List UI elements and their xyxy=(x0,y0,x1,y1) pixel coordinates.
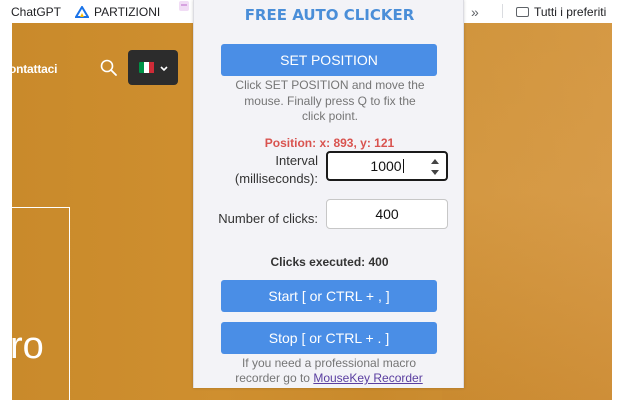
partizioni-logo-icon xyxy=(75,5,89,18)
stop-button[interactable]: Stop [ or CTRL + . ] xyxy=(221,322,437,354)
interval-label: Interval (milliseconds): xyxy=(234,153,318,186)
bookmark-chatgpt-label: ChatGPT xyxy=(11,4,62,19)
bookmarks-divider xyxy=(502,4,503,18)
footer-note: If you need a professional macro recorde… xyxy=(222,356,436,386)
bookmark-partizioni[interactable]: PARTIZIONI xyxy=(75,0,160,23)
language-selector-button[interactable] xyxy=(128,50,178,85)
set-position-button[interactable]: SET POSITION xyxy=(221,44,437,76)
interval-spinner[interactable] xyxy=(430,159,440,175)
interval-value: 1000 xyxy=(370,158,402,174)
mousekey-recorder-link[interactable]: MouseKey Recorder xyxy=(313,371,422,385)
start-button[interactable]: Start [ or CTRL + , ] xyxy=(221,280,437,312)
spinner-down-icon[interactable] xyxy=(431,170,439,175)
bookmarks-more-button[interactable]: » xyxy=(471,0,479,23)
bookmark-chatgpt[interactable]: ChatGPT xyxy=(11,0,61,23)
instructions-text: Click SET POSITION and move the mouse. F… xyxy=(235,78,425,123)
hero-outline-box xyxy=(12,207,70,400)
clicks-executed-status: Clicks executed: 400 xyxy=(270,255,389,269)
clicks-value: 400 xyxy=(375,206,399,222)
folder-icon xyxy=(516,6,529,17)
background-glow xyxy=(442,23,612,400)
text-caret xyxy=(402,159,404,173)
clicks-label: Number of clicks: xyxy=(218,211,318,226)
panel-title: FREE AUTO CLICKER xyxy=(244,6,415,24)
all-bookmarks-label: Tutti i preferiti xyxy=(534,4,607,19)
interval-input[interactable]: 1000 xyxy=(326,151,448,181)
search-icon[interactable] xyxy=(100,59,118,77)
all-bookmarks-button[interactable]: Tutti i preferiti xyxy=(516,0,606,23)
clicks-input[interactable]: 400 xyxy=(326,199,448,229)
hero-heading: ro xyxy=(12,325,44,367)
auto-clicker-panel: FREE AUTO CLICKER SET POSITION Click SET… xyxy=(193,0,464,388)
chevron-down-icon xyxy=(159,59,168,77)
bookmark-favicon-icon[interactable] xyxy=(178,0,190,12)
more-chevron-icon: » xyxy=(471,3,479,20)
window-left-edge xyxy=(0,23,12,400)
window-right-edge xyxy=(612,23,640,400)
bookmark-partizioni-label: PARTIZIONI xyxy=(94,4,161,19)
italy-flag-icon xyxy=(138,62,155,73)
position-readout: Position: x: 893, y: 121 xyxy=(264,136,395,150)
spinner-up-icon[interactable] xyxy=(431,159,439,164)
nav-contact-link[interactable]: ontattaci xyxy=(12,62,57,76)
